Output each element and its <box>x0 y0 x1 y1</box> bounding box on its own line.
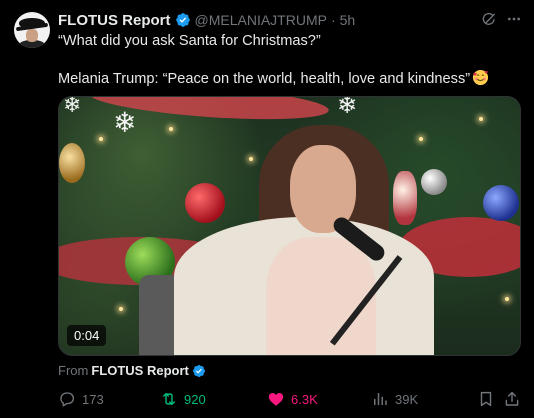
heart-filled-icon <box>268 393 284 406</box>
share-icon <box>505 391 519 406</box>
snowflake-decoration: ❄ <box>337 96 358 119</box>
tree-light <box>99 137 103 141</box>
tree-light <box>479 117 483 121</box>
action-bar: 173 920 6.3K 39K <box>58 390 524 410</box>
tree-light <box>249 157 253 161</box>
views-chart-icon <box>374 393 387 405</box>
post-text-line-1: “What did you ask Santa for Christmas?” <box>58 33 321 49</box>
verified-badge-icon <box>192 364 205 377</box>
reply-count: 173 <box>82 391 104 407</box>
video-source: From FLOTUS Report <box>58 363 206 378</box>
views-count: 39K <box>395 391 419 407</box>
author-handle[interactable]: @MELANIAJTRUMP <box>195 12 327 28</box>
post-header: FLOTUS Report @MELANIAJTRUMP · 5h <box>58 11 355 29</box>
views-button[interactable]: 39K <box>371 390 418 408</box>
tree-light <box>169 127 173 131</box>
like-button[interactable]: 6.3K <box>267 390 318 408</box>
avatar-face <box>26 29 38 42</box>
red-ornament <box>185 183 225 223</box>
glass-ornament <box>393 171 417 225</box>
like-count: 6.3K <box>291 391 318 407</box>
video-source-prefix: From <box>58 363 89 378</box>
gold-ornament <box>59 143 85 183</box>
post-time[interactable]: 5h <box>340 12 356 28</box>
post-text-quote: Melania Trump: “Peace on the world, heal… <box>58 71 471 87</box>
snowflake-decoration: ❄ <box>113 106 137 139</box>
video-duration: 0:04 <box>67 325 107 346</box>
tree-light <box>119 307 123 311</box>
smiling-face-with-hearts-icon <box>473 69 489 86</box>
post-text: “What did you ask Santa for Christmas?” … <box>58 32 524 89</box>
bookmark-icon <box>480 391 492 407</box>
verified-badge-icon <box>175 13 190 27</box>
author-name[interactable]: FLOTUS Report <box>58 12 171 29</box>
bookmark-button[interactable] <box>477 390 495 408</box>
repost-button[interactable]: 920 <box>160 390 206 408</box>
separator-dot: · <box>330 12 336 28</box>
video-player[interactable]: ❄ ❄ ❄ 0:04 <box>58 96 521 356</box>
post-text-line-2: Melania Trump: “Peace on the world, heal… <box>58 69 524 89</box>
share-button[interactable] <box>503 390 521 408</box>
person-top <box>266 237 376 355</box>
video-source-name[interactable]: FLOTUS Report <box>91 363 189 378</box>
tree-light <box>505 297 509 301</box>
snowflake-decoration: ❄ <box>63 96 82 118</box>
avatar[interactable] <box>14 12 50 48</box>
silver-ornament <box>421 169 447 195</box>
reply-icon <box>60 392 75 407</box>
blue-ornament <box>483 185 519 221</box>
reply-button[interactable]: 173 <box>58 390 104 408</box>
tree-light <box>419 137 423 141</box>
repost-count: 920 <box>184 391 206 407</box>
repost-icon <box>163 393 175 405</box>
more-options-icon[interactable] <box>505 11 523 27</box>
grok-icon[interactable] <box>481 11 497 27</box>
